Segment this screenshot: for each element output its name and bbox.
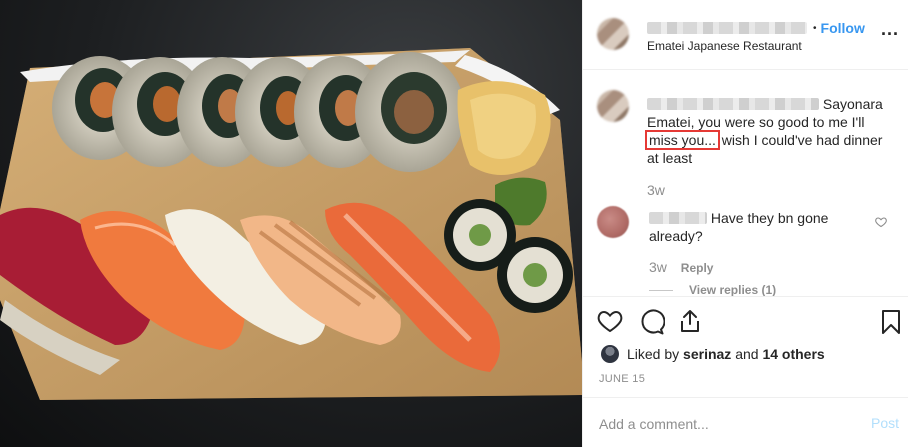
comment-input[interactable] <box>599 414 849 434</box>
reply-button[interactable]: Reply <box>681 261 714 275</box>
post-photo[interactable] <box>0 0 582 447</box>
liker-username[interactable]: serinaz <box>683 346 731 362</box>
likes-summary: Liked by serinaz and 14 others <box>601 345 825 363</box>
view-replies-label[interactable]: View replies (1) <box>689 283 776 296</box>
heart-icon[interactable] <box>597 309 623 333</box>
highlighted-text: miss you... <box>645 130 720 150</box>
post-header: • Follow Ematei Japanese Restaurant ... <box>583 0 908 70</box>
comment-meta: 3w Reply <box>649 259 713 275</box>
author-avatar[interactable] <box>597 18 629 50</box>
comment-timestamp[interactable]: 3w <box>647 182 665 198</box>
follow-button[interactable]: Follow <box>821 20 865 36</box>
likes-others-link[interactable]: 14 others <box>762 346 824 362</box>
divider-line <box>649 289 673 291</box>
comments-list: Sayonara Ematei, you were so good to me … <box>583 70 908 296</box>
caption-comment: Sayonara Ematei, you were so good to me … <box>645 95 897 167</box>
comment-timestamp[interactable]: 3w <box>649 259 667 275</box>
add-comment-bar: Post <box>583 397 908 447</box>
post-comment-button[interactable]: Post <box>871 415 899 431</box>
comment-username-blurred[interactable] <box>647 98 819 110</box>
liker-avatar[interactable] <box>601 345 619 363</box>
share-icon[interactable] <box>679 309 701 333</box>
bookmark-icon[interactable] <box>881 309 901 335</box>
separator-dot: • <box>813 22 817 34</box>
instagram-post-view: • Follow Ematei Japanese Restaurant ... … <box>0 0 908 447</box>
sushi-platter-image <box>0 48 582 400</box>
like-comment-heart-icon[interactable] <box>875 216 887 228</box>
likes-middle: and <box>735 346 759 362</box>
location-link[interactable]: Ematei Japanese Restaurant <box>647 39 802 53</box>
author-row: • Follow <box>647 20 865 36</box>
comment-username-blurred[interactable] <box>649 212 707 224</box>
likes-prefix: Liked by <box>627 346 680 362</box>
comment-icon[interactable] <box>639 309 665 335</box>
post-details-panel: • Follow Ematei Japanese Restaurant ... … <box>582 0 908 447</box>
action-bar <box>583 296 908 348</box>
post-date[interactable]: JUNE 15 <box>599 373 645 385</box>
author-username-blurred[interactable] <box>647 22 807 34</box>
comment-author-avatar[interactable] <box>597 90 629 122</box>
comment-author-avatar[interactable] <box>597 206 629 238</box>
reply-comment: Have they bn gone already? <box>649 209 869 245</box>
more-horizontal-icon[interactable]: ... <box>881 20 899 38</box>
view-replies-link[interactable]: View replies (1) <box>649 283 776 296</box>
